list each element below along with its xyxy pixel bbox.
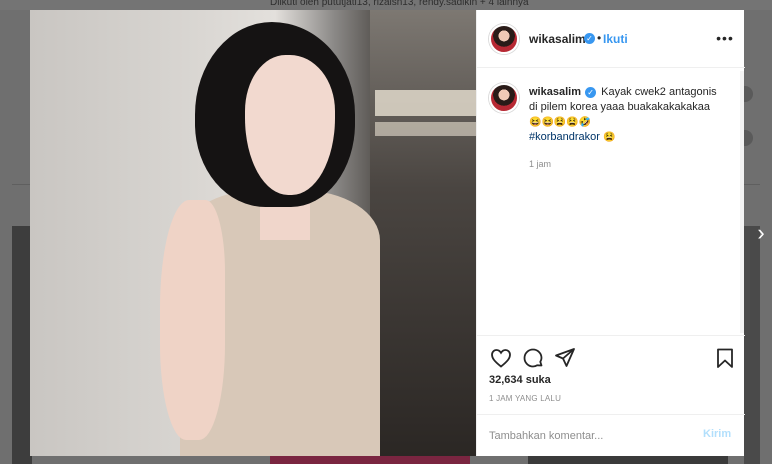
more-options-icon[interactable]: ••• (715, 28, 735, 48)
separator-dot: • (597, 31, 602, 45)
background-header: Diikuti oleh pututjati13, rizalsn13, ren… (0, 0, 772, 10)
heart-icon[interactable] (489, 346, 513, 370)
caption-emojis: 😆😆😫😫🤣 (529, 117, 592, 128)
followed-by-text: Diikuti oleh pututjati13, rizalsn13, ren… (270, 0, 529, 8)
post-header: wikasalim ✓ • Ikuti ••• (477, 10, 745, 68)
follow-button[interactable]: Ikuti (603, 32, 628, 46)
comment-icon[interactable] (521, 346, 545, 370)
caption-time: 1 jam (529, 159, 552, 169)
post-photo[interactable] (30, 10, 476, 456)
verified-badge-icon: ✓ (584, 33, 595, 44)
caption-scrollbar[interactable] (740, 71, 744, 333)
background-thumbnail (744, 226, 760, 464)
photo-background-light (375, 90, 476, 116)
caption-avatar[interactable] (489, 83, 519, 113)
send-comment-button[interactable]: Kirim (703, 428, 731, 440)
bookmark-icon[interactable] (713, 346, 737, 370)
post-actions: 32,634 suka 1 JAM YANG LALU Kirim (477, 335, 745, 456)
photo-arm (160, 200, 225, 440)
caption-text: wikasalim ✓ Kayak cwek2 antagonis di pil… (529, 85, 725, 145)
post-username[interactable]: wikasalim (529, 32, 586, 46)
caption-emoji: 😫 (603, 132, 616, 143)
verified-badge-icon: ✓ (585, 86, 597, 98)
like-count[interactable]: 32,634 suka (489, 374, 551, 386)
post-side-panel: wikasalim ✓ • Ikuti ••• wikasalim ✓ Kaya… (476, 10, 745, 456)
photo-background-pillar (370, 10, 476, 456)
photo-background-light (375, 122, 476, 136)
post-timestamp[interactable]: 1 JAM YANG LALU (489, 394, 561, 403)
caption-area: wikasalim ✓ Kayak cwek2 antagonis di pil… (477, 69, 745, 335)
caption-username[interactable]: wikasalim (529, 86, 581, 98)
avatar[interactable] (489, 24, 519, 54)
comment-bar: Kirim (477, 414, 745, 457)
comment-input[interactable] (489, 427, 679, 445)
share-icon[interactable] (553, 346, 577, 370)
hashtag-link[interactable]: #korbandrakor (529, 131, 600, 143)
next-post-arrow-icon[interactable]: › (751, 220, 771, 246)
background-thumbnail (12, 226, 32, 464)
